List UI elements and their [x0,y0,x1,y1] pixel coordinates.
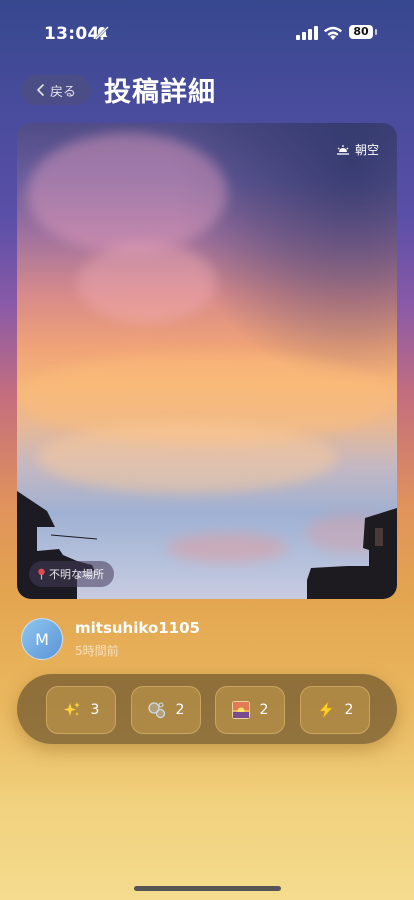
back-button[interactable]: 戻る [21,75,91,105]
reaction-button-lightning[interactable]: 2 [300,686,370,734]
cellular-signal-icon [296,26,318,40]
home-indicator[interactable] [134,886,281,891]
battery-level: 80 [349,25,373,39]
sunset-photo-icon [231,701,250,719]
reaction-bar: 3 2 2 2 [17,674,397,744]
page-title: 投稿詳細 [104,77,216,108]
sky-category-tag: 朝空 [336,141,379,158]
reaction-count: 3 [90,702,100,718]
clock: 13:04 [44,24,100,44]
lightning-icon [318,701,333,719]
reaction-button-bubbles[interactable]: 2 [131,686,201,734]
battery-icon: 80 [349,25,379,41]
reaction-count: 2 [344,702,354,718]
status-bar: 13:04 80 [0,0,414,60]
reaction-count: 2 [259,702,269,718]
house-silhouette-right [307,508,397,599]
avatar[interactable]: M [21,618,63,660]
sunrise-icon [336,144,349,155]
bell-muted-icon [95,26,109,40]
pin-icon [38,568,45,580]
sparkles-icon [63,702,80,716]
chevron-left-icon [37,84,44,96]
location-tag[interactable]: 不明な場所 [29,561,114,587]
username[interactable]: mitsuhiko1105 [75,619,200,637]
sky-category-label: 朝空 [354,143,379,157]
bubbles-icon [147,702,165,719]
post-photo[interactable]: 朝空 不明な場所 [17,123,397,599]
post-time: 5時間前 [75,644,119,658]
location-label: 不明な場所 [49,568,104,581]
wifi-icon [324,26,342,40]
back-button-label: 戻る [49,84,76,100]
reaction-button-sunset[interactable]: 2 [215,686,285,734]
reaction-count: 2 [175,702,185,718]
reaction-button-sparkles[interactable]: 3 [46,686,116,734]
